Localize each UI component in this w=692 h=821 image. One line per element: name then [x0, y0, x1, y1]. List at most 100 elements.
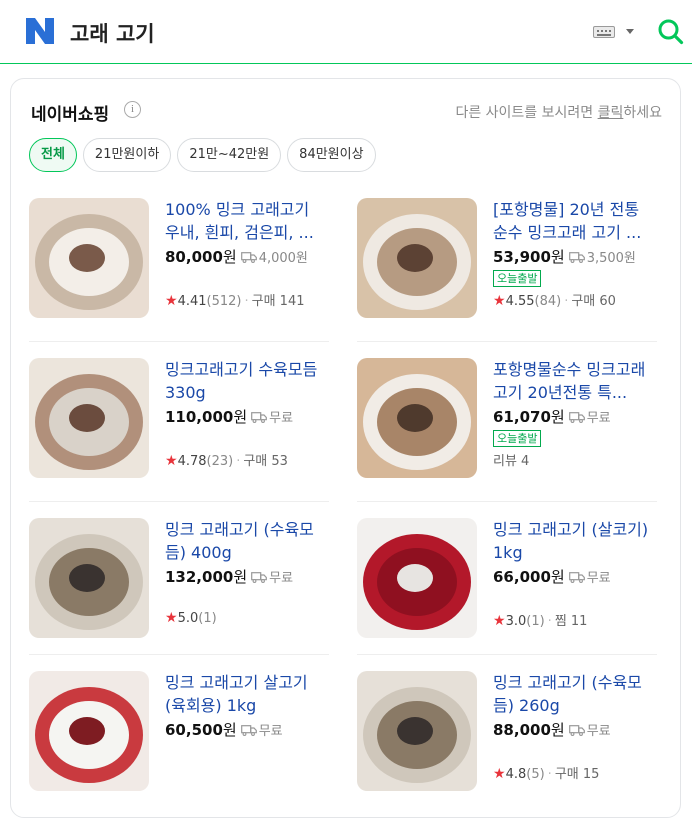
search-icon[interactable]	[657, 18, 684, 45]
chip-under-21[interactable]: 21만원이하	[82, 138, 172, 172]
price-row: 53,900 원 3,500원	[493, 246, 657, 267]
price-unit: 원	[233, 408, 248, 426]
review-count[interactable]: (84)	[535, 294, 562, 309]
shipping-fee: 무료	[586, 724, 611, 739]
shipping-fee: 무료	[586, 571, 611, 586]
product-title[interactable]: 밍크 고래고기 (살코기) 1kg	[493, 518, 657, 564]
purchase-count: 구매 53	[243, 454, 288, 469]
naver-logo-icon[interactable]	[26, 18, 54, 44]
review-count[interactable]: 리뷰 4	[493, 454, 529, 469]
star-icon: ★	[165, 293, 178, 309]
price-filter-chips: 전체 21만원이하 21만~42만원 84만원이상	[29, 138, 376, 172]
product-title[interactable]: 밍크고래고기 수육모듬 330g	[165, 358, 329, 404]
product-title[interactable]: 밍크 고래고기 (수육모듬) 400g	[165, 518, 329, 564]
row-divider	[357, 654, 657, 655]
product-price: 132,000	[165, 567, 234, 586]
price-unit: 원	[550, 568, 565, 586]
product-price: 88,000	[493, 720, 551, 739]
today-shipping-badge: 오늘출발	[493, 270, 542, 287]
chip-21-42[interactable]: 21만~42만원	[177, 138, 282, 172]
review-count[interactable]: (1)	[526, 614, 544, 629]
product-image[interactable]	[29, 518, 149, 638]
product-card[interactable]: [포항명물] 20년 전통 순수 밍크고래 고기 ... 53,900 원 3,5…	[357, 198, 657, 348]
product-price: 80,000	[165, 247, 223, 266]
purchase-count: 구매 141	[251, 294, 305, 309]
product-image[interactable]	[29, 358, 149, 478]
search-header: 고래 고기	[0, 0, 692, 64]
price-row: 66,000 원 무료	[493, 566, 657, 587]
product-card[interactable]: 100% 밍크 고래고기 우내, 흰피, 검은피, ... 80,000 원 4,…	[29, 198, 329, 348]
product-image[interactable]	[357, 198, 477, 318]
product-price: 66,000	[493, 567, 551, 586]
price-row: 61,070 원 무료	[493, 406, 657, 427]
rating-value: 4.41	[177, 294, 207, 309]
shopping-section: 네이버쇼핑 i 다른 사이트를 보시려면 클릭하세요 전체 21만원이하 21만…	[10, 78, 681, 818]
separator-dot: ·	[564, 294, 569, 309]
shipping-fee: 무료	[269, 571, 294, 586]
chip-over-84[interactable]: 84만원이상	[287, 138, 376, 172]
product-title[interactable]: 밍크 고래고기 (수육모듬) 260g	[493, 671, 657, 717]
price-unit: 원	[233, 568, 248, 586]
star-icon: ★	[493, 766, 506, 782]
price-row: 80,000 원 4,000원	[165, 246, 329, 267]
star-icon: ★	[165, 453, 178, 469]
today-shipping-badge: 오늘출발	[493, 430, 542, 447]
price-row: 60,500 원 무료	[165, 719, 329, 740]
section-title: 네이버쇼핑	[31, 105, 110, 125]
shipping-fee: 무료	[269, 411, 294, 426]
shipping-fee: 무료	[258, 724, 283, 739]
row-divider	[29, 501, 329, 502]
star-icon: ★	[493, 293, 506, 309]
product-card[interactable]: 밍크 고래고기 (수육모듬) 260g 88,000 원 무료 ★4.8(5) · 구…	[357, 671, 657, 821]
rating-row: ★4.8(5) · 구매 15	[493, 763, 599, 782]
truck-icon	[568, 724, 585, 736]
price-unit: 원	[550, 248, 565, 266]
price-unit: 원	[550, 721, 565, 739]
keyboard-icon[interactable]	[593, 26, 615, 38]
product-title[interactable]: 포항명물순수 밍크고래고기 20년전통 특...	[493, 358, 657, 404]
star-icon: ★	[165, 610, 178, 626]
product-card[interactable]: 밍크 고래고기 (수육모듬) 400g 132,000 원 무료 ★5.0(1)	[29, 518, 329, 668]
product-card[interactable]: 밍크 고래고기 (살코기) 1kg 66,000 원 무료 ★3.0(1) · 찜 1…	[357, 518, 657, 668]
truck-icon	[240, 724, 257, 736]
product-card[interactable]: 밍크 고래고기 살고기 (육회용) 1kg 60,500 원 무료	[29, 671, 329, 821]
product-image[interactable]	[357, 671, 477, 791]
rating-row: ★4.78(23) · 구매 53	[165, 450, 288, 469]
product-title[interactable]: [포항명물] 20년 전통 순수 밍크고래 고기 ...	[493, 198, 657, 244]
product-image[interactable]	[29, 671, 149, 791]
review-count[interactable]: (5)	[526, 767, 544, 782]
truck-icon	[251, 571, 268, 583]
product-price: 110,000	[165, 407, 234, 426]
row-divider	[357, 501, 657, 502]
rating-row: ★4.41(512) · 구매 141	[165, 290, 305, 309]
chevron-down-icon[interactable]	[626, 29, 634, 34]
price-unit: 원	[222, 248, 237, 266]
product-image[interactable]	[29, 198, 149, 318]
chip-all[interactable]: 전체	[29, 138, 77, 172]
separator-dot: ·	[236, 454, 241, 469]
row-divider	[29, 654, 329, 655]
product-image[interactable]	[357, 518, 477, 638]
product-image[interactable]	[357, 358, 477, 478]
review-count[interactable]: (512)	[207, 294, 242, 309]
separator-dot: ·	[547, 767, 552, 782]
search-query[interactable]: 고래 고기	[70, 18, 155, 48]
rating-value: 4.8	[505, 767, 527, 782]
separator-dot: ·	[547, 614, 552, 629]
product-card[interactable]: 포항명물순수 밍크고래고기 20년전통 특... 61,070 원 무료 오늘출발…	[357, 358, 657, 508]
info-icon[interactable]: i	[124, 101, 141, 118]
review-count[interactable]: (1)	[198, 611, 216, 626]
product-price: 53,900	[493, 247, 551, 266]
product-price: 60,500	[165, 720, 223, 739]
rating-value: 3.0	[505, 614, 527, 629]
review-count[interactable]: (23)	[207, 454, 234, 469]
product-title[interactable]: 100% 밍크 고래고기 우내, 흰피, 검은피, ...	[165, 198, 329, 244]
rating-value: 5.0	[177, 611, 199, 626]
rating-row: ★3.0(1) · 찜 11	[493, 610, 587, 629]
hint-link[interactable]: 클릭	[598, 105, 624, 121]
row-divider	[357, 341, 657, 342]
product-title[interactable]: 밍크 고래고기 살고기 (육회용) 1kg	[165, 671, 329, 717]
product-card[interactable]: 밍크고래고기 수육모듬 330g 110,000 원 무료 ★4.78(23) · 구…	[29, 358, 329, 508]
separator-dot: ·	[244, 294, 249, 309]
shipping-fee: 3,500원	[586, 251, 636, 266]
